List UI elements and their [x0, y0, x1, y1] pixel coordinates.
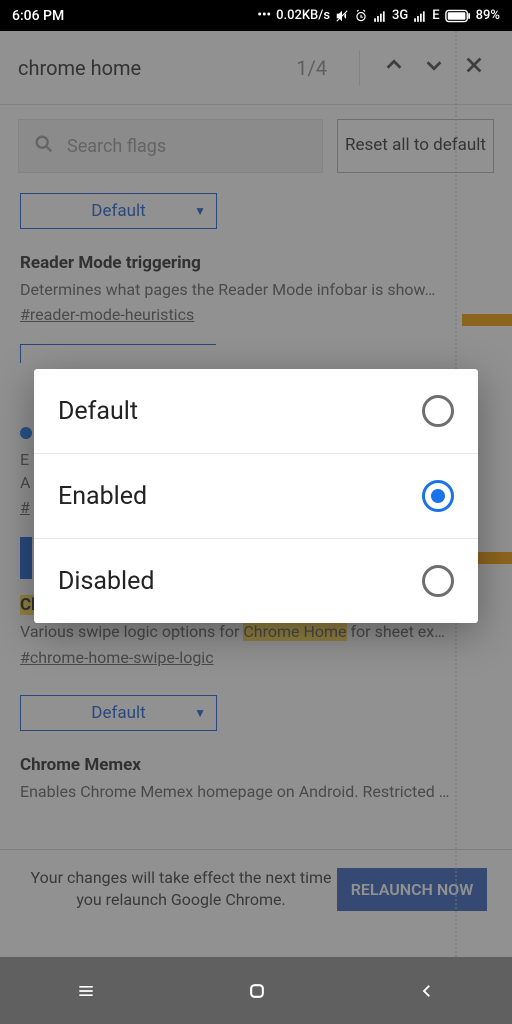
signal-icon-2: [413, 8, 427, 23]
status-time: 6:06 PM: [12, 8, 64, 24]
battery-percent: 89%: [476, 8, 500, 23]
mute-icon: [335, 8, 349, 23]
radio-selected-icon: [422, 480, 454, 512]
dialog-option-enabled[interactable]: Enabled: [34, 454, 478, 539]
system-nav-bar: [0, 957, 512, 1024]
signal-icon-1: [373, 8, 387, 23]
nav-home-button[interactable]: [247, 981, 267, 1001]
battery-icon: [445, 8, 471, 23]
option-label: Enabled: [58, 482, 422, 511]
ellipsis-icon: •••: [257, 8, 271, 23]
option-dialog: Default Enabled Disabled: [34, 369, 478, 623]
radio-icon: [422, 395, 454, 427]
status-bar: 6:06 PM ••• 0.02KB/s 3G E 89%: [0, 0, 512, 31]
net-speed: 0.02KB/s: [276, 8, 330, 23]
option-label: Disabled: [58, 567, 422, 596]
radio-icon: [422, 565, 454, 597]
net-type-2: E: [432, 8, 439, 23]
dialog-option-disabled[interactable]: Disabled: [34, 539, 478, 623]
option-label: Default: [58, 397, 422, 426]
nav-back-button[interactable]: [418, 982, 436, 1000]
nav-recent-button[interactable]: [76, 981, 96, 1001]
alarm-icon: [354, 8, 368, 23]
status-indicators: ••• 0.02KB/s 3G E 89%: [64, 8, 500, 23]
net-type-1: 3G: [392, 8, 408, 23]
dialog-option-default[interactable]: Default: [34, 369, 478, 454]
